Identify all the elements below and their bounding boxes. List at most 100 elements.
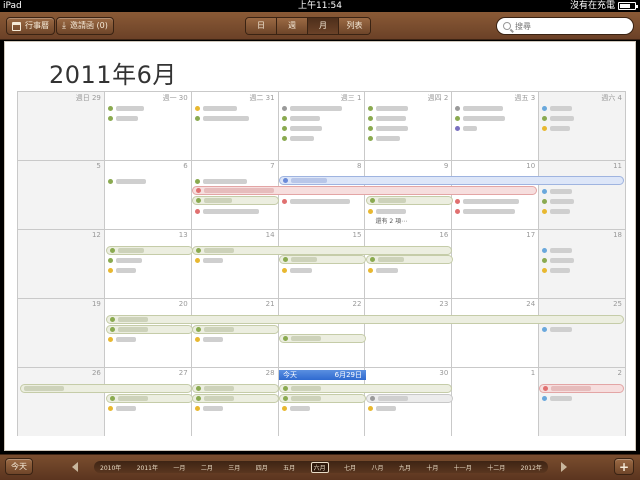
day-cell[interactable]: 週五 3 [451,92,539,160]
day-cell[interactable]: 週二 31 [190,92,278,160]
multi-day-event[interactable] [279,255,366,264]
event[interactable] [107,404,136,412]
timeline-item[interactable]: 三月 [228,463,240,472]
event[interactable] [455,124,478,132]
month-timeline[interactable]: 2010年 2011年 一月 二月 三月 四月 五月 六月 七月 八月 九月 十… [94,461,548,473]
day-cell[interactable]: 週一 30 [103,92,191,160]
day-cell[interactable]: 22 [277,299,365,367]
timeline-item[interactable]: 十月 [426,463,438,472]
event[interactable] [542,256,575,264]
timeline-item[interactable]: 十一月 [454,463,472,472]
day-cell[interactable]: 10 [451,161,539,229]
event[interactable] [107,114,138,122]
day-cell[interactable]: 25 [538,299,627,367]
multi-day-event[interactable] [366,394,453,403]
day-cell[interactable]: 7 [190,161,278,229]
day-cell[interactable]: 週四 2 [364,92,452,160]
timeline-item[interactable]: 八月 [371,463,383,472]
day-cell[interactable]: 1 [451,368,539,436]
event[interactable] [194,207,259,215]
day-cell[interactable]: 週三 1 [277,92,365,160]
event[interactable] [455,104,504,112]
event[interactable] [368,207,407,215]
day-cell[interactable]: 14 [190,230,278,298]
event[interactable] [194,104,237,112]
search-input[interactable] [515,21,625,31]
multi-day-event[interactable] [279,384,452,393]
timeline-item[interactable]: 一月 [173,463,185,472]
day-cell[interactable]: 週六 4 [538,92,627,160]
event[interactable] [281,104,342,112]
add-event-button[interactable]: + [614,458,634,475]
timeline-item[interactable]: 五月 [283,463,295,472]
day-cell[interactable]: 16 [364,230,452,298]
event[interactable] [281,197,350,205]
multi-day-event[interactable] [366,255,453,264]
day-cell[interactable]: 9 還有 2 項⋯ [364,161,452,229]
event[interactable] [107,335,136,343]
today-button[interactable]: 今天 [5,458,33,475]
event[interactable] [455,114,506,122]
event[interactable] [368,404,397,412]
day-cell[interactable]: 5 [17,161,104,229]
event[interactable] [542,114,575,122]
next-arrow-icon[interactable] [561,462,567,472]
day-cell[interactable]: 週日 29 [17,92,104,160]
timeline-item[interactable]: 十二月 [487,463,505,472]
timeline-item[interactable]: 2011年 [137,463,158,472]
multi-day-event[interactable] [279,176,624,185]
day-cell[interactable]: 2 [538,368,627,436]
timeline-item[interactable]: 2012年 [521,463,542,472]
multi-day-event[interactable] [279,334,366,343]
calendars-button[interactable]: 行事曆 [6,17,55,35]
event[interactable] [542,124,571,132]
multi-day-event[interactable] [192,186,537,195]
event[interactable] [194,256,223,264]
more-events-label[interactable]: 還有 2 項⋯ [375,216,407,225]
multi-day-event[interactable] [20,384,192,393]
day-cell[interactable]: 6 [103,161,191,229]
event[interactable] [281,266,312,274]
event[interactable] [107,256,142,264]
day-cell[interactable]: 24 [451,299,539,367]
tab-list[interactable]: 列表 [339,18,370,34]
event[interactable] [542,325,573,333]
event[interactable] [455,197,520,205]
event[interactable] [281,134,314,142]
event[interactable] [368,134,401,142]
day-cell[interactable]: 8 [277,161,365,229]
multi-day-event[interactable] [106,325,193,334]
day-cell[interactable]: 23 [364,299,452,367]
multi-day-event[interactable] [106,394,193,403]
day-cell[interactable]: 11 [538,161,627,229]
event[interactable] [368,124,409,132]
tab-week[interactable]: 週 [277,18,308,34]
tab-day[interactable]: 日 [246,18,277,34]
day-cell[interactable]: 13 [103,230,191,298]
day-cell[interactable]: 17 [451,230,539,298]
multi-day-event[interactable] [106,246,193,255]
day-cell[interactable]: 15 [277,230,365,298]
search-box[interactable] [496,17,634,35]
today-header[interactable]: 今天 6月29日 [279,370,366,380]
event[interactable] [194,114,249,122]
multi-day-event[interactable] [192,246,452,255]
multi-day-event[interactable] [539,384,624,393]
invites-button[interactable]: ⤓ 邀請函 (0) [56,17,114,35]
event[interactable] [542,187,573,195]
timeline-item[interactable]: 七月 [344,463,356,472]
multi-day-event[interactable] [366,196,453,205]
event[interactable] [194,335,223,343]
event[interactable] [542,266,571,274]
multi-day-event[interactable] [192,196,279,205]
event[interactable] [542,207,571,215]
multi-day-event[interactable] [106,315,624,324]
timeline-item[interactable]: 2010年 [100,463,121,472]
multi-day-event[interactable] [279,394,366,403]
event[interactable] [455,207,516,215]
multi-day-event[interactable] [192,325,279,334]
event[interactable] [368,104,409,112]
event[interactable] [542,197,575,205]
timeline-item-active[interactable]: 六月 [310,461,329,473]
event[interactable] [281,124,322,132]
